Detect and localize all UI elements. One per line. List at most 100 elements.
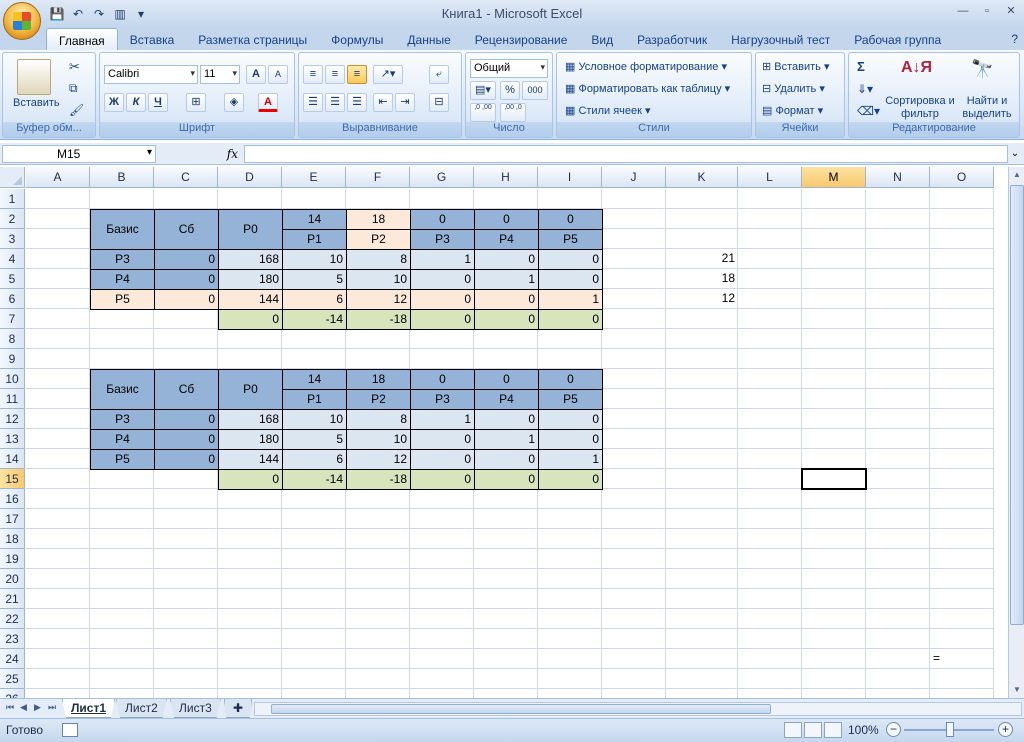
grid-cell[interactable] xyxy=(802,589,866,609)
value-cell[interactable]: 8 xyxy=(346,409,411,430)
basis-cell[interactable]: P5 xyxy=(90,449,155,470)
grid-cell[interactable] xyxy=(282,649,346,669)
tab-formulas[interactable]: Формулы xyxy=(319,28,395,50)
grid-cell[interactable] xyxy=(282,629,346,649)
row-header-9[interactable]: 9 xyxy=(0,349,25,369)
row-header-23[interactable]: 23 xyxy=(0,629,25,649)
value-cell[interactable]: 0 xyxy=(538,409,603,430)
grid-cell[interactable] xyxy=(666,509,738,529)
grid-cell[interactable] xyxy=(538,349,602,369)
grid-cell[interactable] xyxy=(602,249,666,269)
borders-icon[interactable]: ⊞ xyxy=(186,93,206,112)
grid-cell[interactable] xyxy=(410,609,474,629)
grid-cell[interactable] xyxy=(666,609,738,629)
grid-cell[interactable] xyxy=(26,469,90,489)
font-name-select[interactable]: Calibri xyxy=(104,65,198,84)
grid-cell[interactable] xyxy=(602,549,666,569)
grid-cell[interactable] xyxy=(90,549,154,569)
align-right-icon[interactable]: ☰ xyxy=(347,93,367,112)
grid-cell[interactable] xyxy=(26,269,90,289)
var-header-p4[interactable]: P4 xyxy=(474,229,539,250)
grid-cell[interactable] xyxy=(738,409,802,429)
row-header-25[interactable]: 25 xyxy=(0,669,25,689)
row-header-4[interactable]: 4 xyxy=(0,249,25,269)
cb-cell[interactable]: 0 xyxy=(154,249,219,270)
var-header-p3[interactable]: P3 xyxy=(410,389,475,410)
grid-cell[interactable] xyxy=(26,689,90,698)
grid-cell[interactable] xyxy=(602,329,666,349)
page-layout-view-icon[interactable] xyxy=(804,722,822,738)
grid-cell[interactable] xyxy=(802,289,866,309)
column-header-f[interactable]: F xyxy=(346,167,410,188)
vertical-scroll-thumb[interactable] xyxy=(1010,185,1024,625)
grid-cell[interactable] xyxy=(218,509,282,529)
grid-cell[interactable] xyxy=(154,309,218,329)
grid-cell[interactable] xyxy=(738,609,802,629)
column-header-g[interactable]: G xyxy=(410,167,474,188)
grid-cell[interactable] xyxy=(738,189,802,209)
grid-cell[interactable] xyxy=(218,549,282,569)
row-header-2[interactable]: 2 xyxy=(0,209,25,229)
grid-cell[interactable] xyxy=(538,509,602,529)
grid-cell[interactable] xyxy=(602,429,666,449)
grid-cell[interactable] xyxy=(346,189,410,209)
grid-cell[interactable] xyxy=(666,229,738,249)
value-cell[interactable]: 5 xyxy=(282,269,347,290)
value-cell[interactable]: 6 xyxy=(282,289,347,310)
grid-cell[interactable] xyxy=(346,549,410,569)
basis-cell[interactable]: P4 xyxy=(90,429,155,450)
grid-cell[interactable] xyxy=(738,529,802,549)
value-cell[interactable]: 0 xyxy=(474,409,539,430)
grid-cell[interactable] xyxy=(474,189,538,209)
grid-cell[interactable] xyxy=(154,329,218,349)
tab-page-layout[interactable]: Разметка страницы xyxy=(186,28,319,50)
delta-cell[interactable]: -18 xyxy=(346,309,411,330)
grid-cell[interactable] xyxy=(602,569,666,589)
zoom-out-icon[interactable]: − xyxy=(886,722,901,737)
grid-cell[interactable] xyxy=(866,289,930,309)
grid-cell[interactable] xyxy=(218,329,282,349)
shrink-font-button[interactable]: A xyxy=(268,65,288,84)
grid-cell[interactable] xyxy=(26,409,90,429)
grid-cell[interactable] xyxy=(930,689,994,698)
grid-cell[interactable] xyxy=(282,529,346,549)
grid-cell[interactable] xyxy=(866,389,930,409)
grid-cell[interactable] xyxy=(666,389,738,409)
row-header-26[interactable]: 26 xyxy=(0,689,25,698)
grid-cell[interactable] xyxy=(154,669,218,689)
stray-cell-o24[interactable]: = xyxy=(930,649,994,669)
grid-cell[interactable] xyxy=(666,429,738,449)
cb-cell[interactable]: 0 xyxy=(154,449,219,470)
tab-data[interactable]: Данные xyxy=(395,28,462,50)
column-header-i[interactable]: I xyxy=(538,167,602,188)
basis-cell[interactable]: P3 xyxy=(90,249,155,270)
grid-cell[interactable] xyxy=(26,609,90,629)
paste-icon[interactable] xyxy=(17,59,51,95)
grid-cell[interactable] xyxy=(802,389,866,409)
grid-cell[interactable] xyxy=(666,409,738,429)
basis-cell[interactable]: P3 xyxy=(90,409,155,430)
underline-button[interactable]: Ч xyxy=(148,93,168,112)
p0-cell[interactable]: 180 xyxy=(218,269,283,290)
increase-indent-icon[interactable]: ⇥ xyxy=(395,93,415,112)
grid-cell[interactable] xyxy=(218,649,282,669)
grid-cell[interactable] xyxy=(26,309,90,329)
row-header-12[interactable]: 12 xyxy=(0,409,25,429)
cb-header[interactable]: Сб xyxy=(154,369,219,410)
var-header-p1[interactable]: P1 xyxy=(282,389,347,410)
grid-cell[interactable] xyxy=(474,349,538,369)
grid-cell[interactable] xyxy=(26,349,90,369)
grid-cell[interactable] xyxy=(474,649,538,669)
coeff-cell-p4[interactable]: 0 xyxy=(474,369,539,390)
grid-cell[interactable] xyxy=(930,409,994,429)
value-cell[interactable]: 1 xyxy=(410,409,475,430)
grid-cell[interactable] xyxy=(602,189,666,209)
grid-cell[interactable] xyxy=(474,569,538,589)
grid-cell[interactable] xyxy=(738,629,802,649)
grid-cell[interactable] xyxy=(930,469,994,489)
cb-cell[interactable]: 0 xyxy=(154,429,219,450)
macro-record-icon[interactable] xyxy=(62,723,78,737)
grid-cell[interactable] xyxy=(90,489,154,509)
grid-cell[interactable] xyxy=(90,349,154,369)
insert-cells-button[interactable]: ⊞ Вставить ▾ xyxy=(762,60,830,73)
